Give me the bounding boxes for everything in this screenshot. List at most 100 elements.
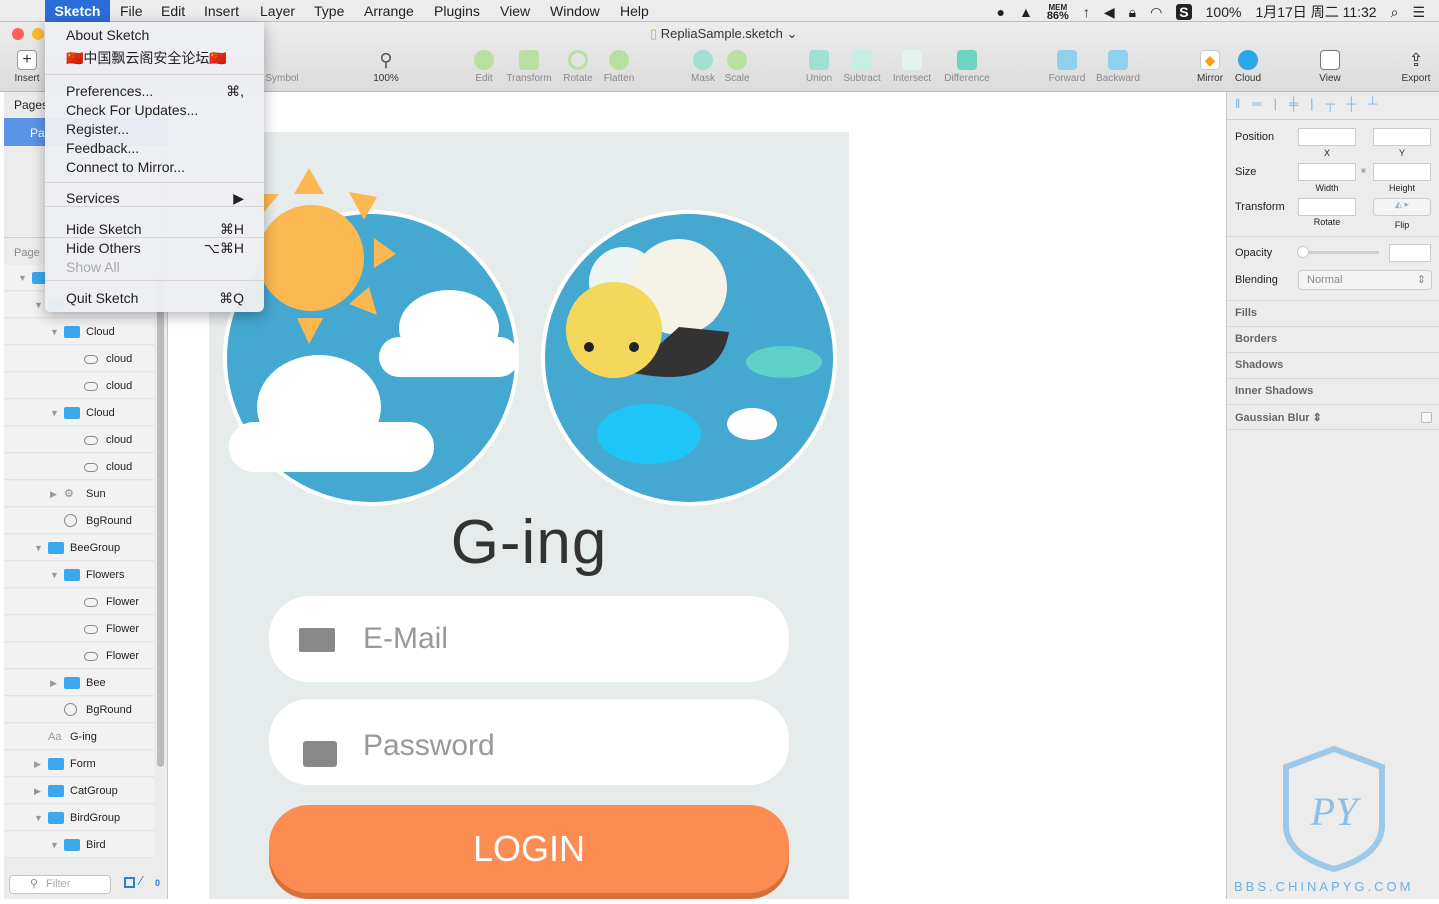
menu-layer[interactable]: Layer <box>260 2 295 20</box>
menu-view[interactable]: View <box>500 2 530 20</box>
y-input[interactable] <box>1373 128 1431 146</box>
layer-row[interactable]: cloud <box>4 454 154 480</box>
menu-item[interactable]: Hide Others ⌥⌘H <box>66 240 256 256</box>
layer-row[interactable]: BgRound <box>4 697 154 723</box>
layer-row[interactable]: Aa G-ing <box>4 724 154 750</box>
layer-row[interactable]: cloud <box>4 427 154 453</box>
volume-icon[interactable]: ◀ <box>1104 4 1115 21</box>
layer-row[interactable]: Flower <box>4 589 154 615</box>
datetime[interactable]: 1月17日 周二 11:32 <box>1255 2 1376 22</box>
blending-select[interactable]: Normal ⇕ <box>1298 270 1432 290</box>
login-button[interactable]: LOGIN <box>269 805 789 893</box>
layer-row[interactable]: ▼ Bird <box>4 832 154 858</box>
menu-item[interactable]: Feedback... <box>66 140 256 156</box>
spotlight-icon[interactable]: ⌕ <box>1391 4 1399 21</box>
filter-input[interactable]: ⚲ Filter <box>9 875 111 894</box>
disclosure-expanded-icon[interactable]: ▼ <box>18 265 27 291</box>
email-field[interactable]: E-Mail <box>269 596 789 682</box>
disclosure-expanded-icon[interactable]: ▼ <box>50 562 59 588</box>
close-window-button[interactable] <box>12 28 24 40</box>
minimize-window-button[interactable] <box>32 28 44 40</box>
menu-item[interactable]: Quit Sketch ⌘Q <box>66 290 256 306</box>
menu-item[interactable]: About Sketch <box>66 27 256 43</box>
disclosure-collapsed-icon[interactable]: ▶ <box>50 481 57 507</box>
updown-chevron-icon[interactable]: ⇕ <box>1313 412 1322 424</box>
flip-buttons[interactable]: ◭ ▸ <box>1373 198 1431 216</box>
width-input[interactable] <box>1298 163 1356 181</box>
export-button[interactable]: ⇪ Export <box>1386 50 1439 84</box>
disclosure-collapsed-icon[interactable]: ▶ <box>34 778 41 804</box>
scale-button[interactable]: Scale <box>707 50 767 84</box>
borders-section[interactable]: Borders <box>1227 326 1439 352</box>
shadows-section[interactable]: Shadows <box>1227 352 1439 378</box>
s-app-icon[interactable]: S <box>1176 4 1192 20</box>
qq-icon[interactable]: ▲ <box>1019 4 1033 20</box>
disclosure-expanded-icon[interactable]: ▼ <box>34 292 43 318</box>
menu-insert[interactable]: Insert <box>204 2 239 20</box>
menu-item[interactable]: 🇨🇳中国飘云阁安全论坛🇨🇳 <box>66 48 256 68</box>
lock-icon[interactable]: 🔒︎ <box>1129 4 1136 21</box>
menu-item[interactable]: Hide Sketch ⌘H <box>66 221 256 237</box>
notification-center-icon[interactable]: ☰ <box>1412 4 1425 21</box>
inner-shadows-section[interactable]: Inner Shadows <box>1227 378 1439 404</box>
disclosure-expanded-icon[interactable]: ▼ <box>50 832 59 858</box>
password-field[interactable]: Password <box>269 699 789 785</box>
disclosure-expanded-icon[interactable]: ▼ <box>50 319 59 345</box>
menu-item[interactable]: Register... <box>66 121 256 137</box>
layer-row[interactable]: ▼ Flowers <box>4 562 154 588</box>
artboard[interactable]: G-ing E-Mail Password LOGIN <box>209 132 849 899</box>
opacity-slider[interactable] <box>1297 246 1379 258</box>
upload-icon[interactable]: ↑ <box>1083 4 1090 20</box>
layer-row[interactable]: ▼ BirdGroup <box>4 805 154 831</box>
disclosure-expanded-icon[interactable]: ▼ <box>34 805 43 831</box>
layer-row[interactable]: ▶ Bee <box>4 670 154 696</box>
menu-type[interactable]: Type <box>314 2 344 20</box>
zoom-control[interactable]: ⚲ 100% <box>356 50 416 84</box>
gaussian-blur-section[interactable]: Gaussian Blur ⇕ <box>1227 404 1439 430</box>
clock-app-icon[interactable]: ● <box>996 4 1004 20</box>
cloud-button[interactable]: Cloud <box>1218 50 1278 84</box>
menu-window[interactable]: Window <box>550 2 600 20</box>
menu-item[interactable]: Preferences... ⌘, <box>66 83 256 99</box>
layer-row[interactable]: Flower <box>4 616 154 642</box>
layer-row[interactable]: ▼ BeeGroup <box>4 535 154 561</box>
opacity-slider-knob[interactable] <box>1297 246 1309 258</box>
layer-row[interactable]: ▶ ⚙ Sun <box>4 481 154 507</box>
opacity-input[interactable] <box>1389 244 1431 262</box>
menu-edit[interactable]: Edit <box>161 2 185 20</box>
menu-item[interactable]: Services ▶ <box>66 190 256 206</box>
memory-indicator[interactable]: MEM 86% <box>1047 3 1069 21</box>
view-button[interactable]: View <box>1300 50 1360 84</box>
layers-copy-icon[interactable] <box>124 877 135 888</box>
layer-row[interactable]: ▶ CatGroup <box>4 778 154 804</box>
layer-row[interactable]: cloud <box>4 346 154 372</box>
wifi-icon[interactable]: ◠ <box>1150 4 1162 21</box>
disclosure-collapsed-icon[interactable]: ▶ <box>50 670 57 696</box>
menu-sketch[interactable]: Sketch <box>45 0 110 22</box>
intersect-button[interactable]: Intersect <box>882 50 942 84</box>
disclosure-collapsed-icon[interactable]: ▶ <box>34 751 41 777</box>
fills-section[interactable]: Fills <box>1227 300 1439 326</box>
layers-scrollbar[interactable] <box>157 277 164 767</box>
layer-row[interactable]: ▶ Form <box>4 751 154 777</box>
layer-row[interactable]: Flower <box>4 643 154 669</box>
layer-row[interactable]: ▼ Cloud <box>4 319 154 345</box>
x-input[interactable] <box>1298 128 1356 146</box>
battery-status[interactable]: 100% <box>1206 4 1242 20</box>
canvas[interactable]: G-ing E-Mail Password LOGIN <box>169 92 1226 899</box>
gaussian-blur-checkbox[interactable] <box>1421 412 1432 423</box>
layer-row[interactable]: BgRound <box>4 508 154 534</box>
flatten-button[interactable]: Flatten <box>589 50 649 84</box>
menu-arrange[interactable]: Arrange <box>364 2 414 20</box>
edited-pen-icon[interactable]: ⁄ <box>140 873 142 888</box>
menu-help[interactable]: Help <box>620 2 649 20</box>
menu-plugins[interactable]: Plugins <box>434 2 480 20</box>
menu-file[interactable]: File <box>120 2 143 20</box>
menu-item[interactable]: Connect to Mirror... <box>66 159 256 175</box>
backward-button[interactable]: Backward <box>1088 50 1148 84</box>
layer-row[interactable]: ▼ Cloud <box>4 400 154 426</box>
height-input[interactable] <box>1373 163 1431 181</box>
layer-row[interactable]: cloud <box>4 373 154 399</box>
menu-item[interactable]: Check For Updates... <box>66 102 256 118</box>
lock-ratio-icon[interactable]: ■ <box>1361 166 1366 175</box>
